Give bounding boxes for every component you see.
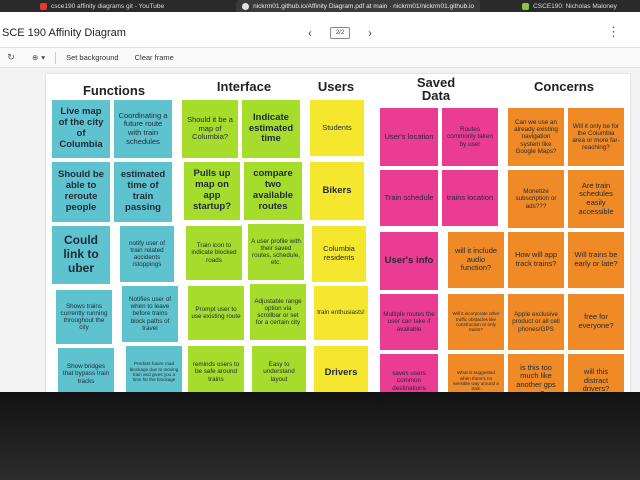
affinity-board: Functions Interface Users Saved Data Con… <box>46 74 630 414</box>
header-saved-data: Saved Data <box>376 76 496 102</box>
sticky-note[interactable]: Will it incorporate other traffic obstac… <box>448 294 504 350</box>
sticky-note[interactable]: Are train schedules easily accessible <box>568 170 624 228</box>
sticky-note[interactable]: Indicate estimated time <box>242 100 300 158</box>
zoom-control[interactable]: ⊕ ▾ <box>32 53 45 62</box>
zoom-icon: ⊕ <box>32 53 39 62</box>
clear-frame-button[interactable]: Clear frame <box>135 53 174 62</box>
sticky-note[interactable]: Can we use an already existing navigatio… <box>508 108 564 166</box>
youtube-icon <box>40 2 47 10</box>
browser-tab-github[interactable]: nickrm01.github.io/Affinity Diagram.pdf … <box>236 0 481 12</box>
sticky-note[interactable]: reminds users to be safe around trains <box>188 346 244 398</box>
more-menu-icon[interactable]: ⋮ <box>607 24 620 40</box>
sticky-note[interactable]: Train schedule <box>380 170 438 226</box>
sticky-note[interactable]: will it include audio function? <box>448 232 504 288</box>
github-icon <box>242 2 250 10</box>
sticky-note[interactable]: Will it only be for the Columbia area or… <box>568 108 624 166</box>
sticky-note[interactable]: Will trains be early or late? <box>568 232 624 288</box>
sticky-note[interactable]: Coordinating a future route with train s… <box>114 100 172 158</box>
browser-tab-label: CSCE190: Nicholas Maloney <box>533 2 617 10</box>
sticky-note[interactable]: A user profile with their saved routes, … <box>248 224 304 280</box>
header-concerns: Concerns <box>534 79 594 94</box>
sticky-note[interactable]: Should be able to reroute people <box>52 162 110 222</box>
page-indicator[interactable]: 2/2 <box>330 24 353 39</box>
sticky-note[interactable]: Adjustable range option via scrollbar or… <box>250 284 306 340</box>
sticky-note[interactable]: train enthusiasts! <box>314 286 368 340</box>
sticky-note[interactable]: How will app track trains? <box>508 232 564 288</box>
app-icon <box>522 2 530 10</box>
desk-background <box>0 392 640 480</box>
sticky-note[interactable]: Multiple routes the user can take if ava… <box>380 294 438 350</box>
sticky-note[interactable]: Prompt user to use existing route <box>188 286 244 340</box>
sticky-note[interactable]: Monetize subscription or ads??? <box>508 170 564 228</box>
browser-tab-youtube[interactable]: csce190 affinity diagrams git - YouTube <box>34 0 170 12</box>
app-window: SCE 190 Affinity Diagram ‹ 2/2 › ⋮ ↻ ⊕ ▾… <box>0 12 640 414</box>
sticky-note[interactable]: estimated time of train passing <box>114 162 172 222</box>
sticky-note[interactable]: Pulls up map on app startup? <box>184 162 240 220</box>
next-page-icon[interactable]: › <box>368 26 372 40</box>
page-navigator: ‹ 2/2 › <box>308 24 372 40</box>
sticky-note[interactable]: Train icon to indicate blocked roads <box>186 226 242 280</box>
sticky-note[interactable]: Bikers <box>310 162 364 220</box>
prev-page-icon[interactable]: ‹ <box>308 26 312 40</box>
toolbar: ↻ ⊕ ▾ Set background Clear frame <box>0 48 640 68</box>
header-functions: Functions <box>82 83 146 98</box>
sticky-note[interactable]: Could link to uber <box>52 226 110 284</box>
sticky-note[interactable]: User's info <box>380 232 438 290</box>
sticky-note[interactable]: free for everyone? <box>568 294 624 350</box>
sticky-note[interactable]: trains location <box>442 170 498 226</box>
sticky-note[interactable]: Live map of the city of Columbia <box>52 100 110 158</box>
sticky-note[interactable]: Routes commonly taken by user <box>442 108 498 166</box>
header-users: Users <box>317 79 355 94</box>
browser-tab-label: csce190 affinity diagrams git - YouTube <box>51 2 165 10</box>
sticky-note[interactable]: Easy to understand layout <box>252 346 306 398</box>
undo-icon[interactable]: ↻ <box>0 52 22 63</box>
toolbar-divider <box>55 51 57 64</box>
sticky-note[interactable]: Columbia residents <box>312 226 366 282</box>
app-header: SCE 190 Affinity Diagram ‹ 2/2 › ⋮ <box>0 12 640 48</box>
sticky-note[interactable]: Notifies user of when to leave before tr… <box>122 286 178 342</box>
sticky-note[interactable]: Apple exclusive product or all cell phon… <box>508 294 564 350</box>
header-saved-data-line2: Data <box>421 88 451 103</box>
page-title: SCE 190 Affinity Diagram <box>2 27 126 39</box>
set-background-button[interactable]: Set background <box>66 53 119 62</box>
sticky-note[interactable]: Students <box>310 100 364 156</box>
sticky-note[interactable]: Should it be a map of Columbia? <box>182 100 238 158</box>
browser-tab-strip: csce190 affinity diagrams git - YouTube … <box>0 0 640 12</box>
sticky-note[interactable]: compare two available routes <box>244 162 302 220</box>
sticky-note[interactable]: notify user of train related accidents /… <box>120 226 174 282</box>
sticky-note[interactable]: User's location <box>380 108 438 166</box>
header-interface: Interface <box>216 79 272 94</box>
sticky-note[interactable]: Predicts future road blockage due to mov… <box>126 346 182 398</box>
chevron-down-icon: ▾ <box>41 53 46 62</box>
browser-tab-label: nickrm01.github.io/Affinity Diagram.pdf … <box>253 2 475 10</box>
browser-tab-csce190[interactable]: CSCE190: Nicholas Maloney <box>516 0 623 12</box>
sticky-note[interactable]: Shows trains currently running throughou… <box>56 290 112 344</box>
